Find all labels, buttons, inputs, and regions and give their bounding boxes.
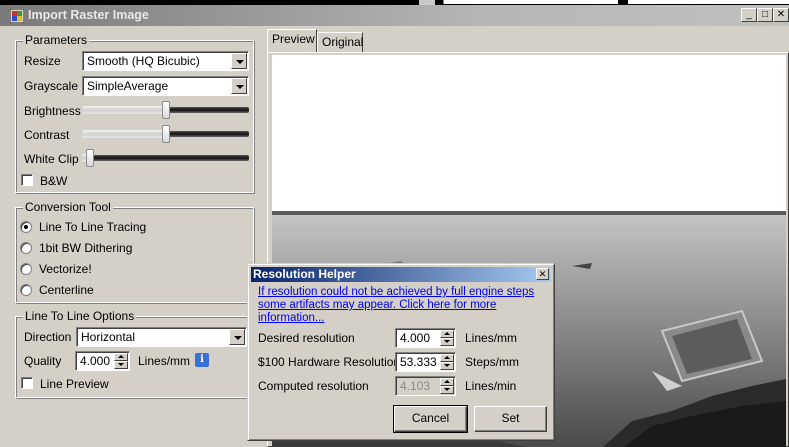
centerline-label[interactable]: Centerline — [39, 283, 94, 297]
line-preview-checkbox[interactable] — [21, 377, 33, 389]
line-to-line-label[interactable]: Line To Line Tracing — [39, 220, 146, 234]
dithering-label[interactable]: 1bit BW Dithering — [39, 241, 132, 255]
stepper-down-icon[interactable] — [440, 362, 454, 370]
line-preview-label: Line Preview — [40, 377, 109, 391]
hardware-resolution-value: 53.333 — [400, 355, 437, 369]
resize-label: Resize — [24, 54, 61, 68]
desired-resolution-stepper[interactable]: 4.000 — [395, 328, 456, 348]
tab-original[interactable]: Original — [317, 32, 363, 52]
computed-resolution-stepper: 4.103 — [395, 376, 456, 396]
app-icon — [10, 9, 24, 23]
line-options-group-title: Line To Line Options — [23, 309, 137, 323]
bw-label: B&W — [40, 174, 68, 188]
conversion-tool-group-title: Conversion Tool — [23, 200, 113, 214]
resize-value: Smooth (HQ Bicubic) — [87, 54, 200, 68]
hardware-resolution-unit: Steps/mm — [465, 355, 520, 369]
maximize-button[interactable]: □ — [757, 8, 773, 22]
stepper-down-icon[interactable] — [440, 338, 454, 346]
resize-select[interactable]: Smooth (HQ Bicubic) — [82, 51, 249, 71]
dialog-title-bar[interactable]: Resolution Helper ✕ — [251, 267, 551, 282]
minimize-button[interactable]: _ — [741, 8, 757, 22]
stepper-up-icon[interactable] — [440, 330, 454, 338]
dialog-close-button[interactable]: ✕ — [536, 268, 549, 280]
quality-stepper[interactable]: 4.000 — [75, 351, 130, 371]
quality-unit: Lines/mm — [138, 354, 191, 368]
slider-fill — [82, 106, 166, 114]
chevron-down-icon[interactable] — [231, 53, 247, 69]
set-button[interactable]: Set — [474, 406, 547, 432]
import-raster-window: Import Raster Image _ □ ✕ Parameters Res… — [0, 5, 789, 447]
preview-blank-area — [272, 55, 786, 211]
computed-resolution-label: Computed resolution — [258, 379, 369, 393]
vectorize-label[interactable]: Vectorize! — [39, 262, 92, 276]
info-icon[interactable]: i — [195, 353, 209, 367]
chevron-down-icon[interactable] — [229, 329, 245, 345]
slider-thumb[interactable] — [162, 101, 170, 119]
stepper-up-icon[interactable] — [114, 353, 128, 361]
desired-resolution-value: 4.000 — [400, 331, 431, 345]
direction-select[interactable]: Horizontal — [76, 327, 247, 347]
tab-preview[interactable]: Preview — [267, 29, 317, 53]
direction-label: Direction — [24, 330, 72, 344]
brightness-slider[interactable] — [82, 100, 249, 120]
resolution-helper-dialog: Resolution Helper ✕ If resolution could … — [247, 263, 555, 441]
contrast-label: Contrast — [24, 128, 70, 142]
quality-label: Quality — [24, 354, 62, 368]
parameters-group-title: Parameters — [23, 33, 90, 47]
stepper-up-icon[interactable] — [440, 354, 454, 362]
brightness-label: Brightness — [24, 104, 81, 118]
grayscale-select[interactable]: SimpleAverage — [82, 76, 249, 96]
close-button[interactable]: ✕ — [773, 8, 789, 22]
stepper-down-icon — [440, 386, 454, 394]
stepper-up-icon — [440, 378, 454, 386]
dialog-title: Resolution Helper — [253, 267, 356, 281]
radio-line-to-line[interactable] — [20, 221, 32, 233]
desired-resolution-unit: Lines/mm — [465, 331, 518, 345]
background-window-edge — [628, 0, 789, 4]
slider-fill — [82, 130, 166, 138]
white-clip-label: White Clip — [24, 152, 79, 166]
direction-value: Horizontal — [81, 330, 136, 344]
grayscale-value: SimpleAverage — [87, 79, 169, 93]
background-window-edge — [443, 0, 618, 4]
computed-resolution-value: 4.103 — [400, 379, 431, 393]
white-clip-slider[interactable] — [82, 148, 249, 168]
more-info-link[interactable]: If resolution could not be achieved by f… — [258, 286, 548, 325]
chevron-down-icon[interactable] — [231, 78, 247, 94]
radio-dithering[interactable] — [20, 242, 32, 254]
quality-value: 4.000 — [80, 354, 111, 368]
radio-centerline[interactable] — [20, 284, 32, 296]
grayscale-label: Grayscale — [24, 79, 79, 93]
contrast-slider[interactable] — [82, 124, 249, 144]
stepper-down-icon[interactable] — [114, 361, 128, 369]
desired-resolution-label: Desired resolution — [258, 331, 355, 345]
slider-thumb[interactable] — [162, 125, 170, 143]
bw-checkbox[interactable] — [21, 174, 33, 186]
cancel-button[interactable]: Cancel — [393, 405, 468, 433]
radio-vectorize[interactable] — [20, 263, 32, 275]
slider-thumb[interactable] — [86, 149, 94, 167]
title-bar[interactable]: Import Raster Image _ □ ✕ — [0, 5, 789, 26]
hardware-resolution-stepper[interactable]: 53.333 — [395, 352, 456, 372]
hardware-resolution-label: $100 Hardware Resolution — [258, 355, 401, 369]
computed-resolution-unit: Lines/min — [465, 379, 517, 393]
slider-track — [82, 155, 249, 161]
window-title: Import Raster Image — [28, 8, 149, 22]
